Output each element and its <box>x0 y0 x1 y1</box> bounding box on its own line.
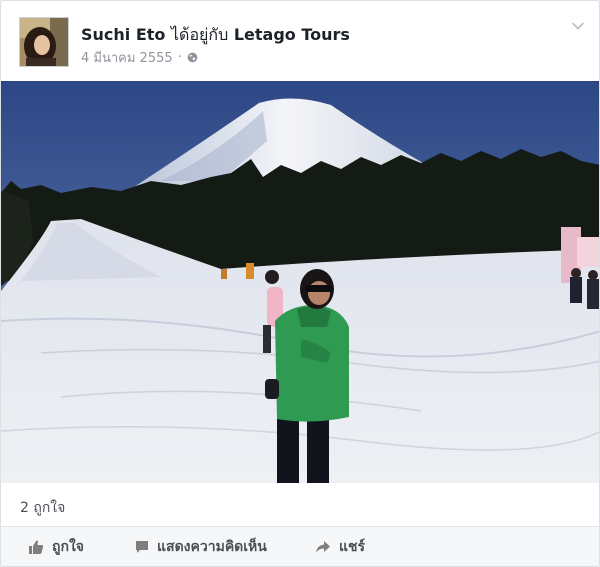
post-meta: 4 มีนาคม 2555 · <box>81 47 198 68</box>
likes-count[interactable]: 2 ถูกใจ <box>20 497 65 519</box>
like-button[interactable]: ถูกใจ <box>28 536 84 558</box>
share-button[interactable]: แชร์ <box>315 536 365 558</box>
tagged-page-link[interactable]: Letago Tours <box>234 25 350 44</box>
comment-button[interactable]: แสดงความคิดเห็น <box>135 536 267 558</box>
meta-separator: · <box>177 50 182 65</box>
photo-image <box>1 81 599 483</box>
comment-icon <box>136 541 148 553</box>
avatar[interactable] <box>19 17 69 67</box>
post-photo[interactable] <box>1 81 599 483</box>
post-header: Suchi Eto ได้อยู่กับ Letago Tours 4 มีนา… <box>1 1 599 81</box>
author-line: Suchi Eto ได้อยู่กับ Letago Tours <box>81 23 350 48</box>
comment-label: แสดงความคิดเห็น <box>157 539 267 555</box>
likes-row: 2 ถูกใจ <box>1 483 599 527</box>
avatar-image <box>20 18 68 66</box>
share-label: แชร์ <box>339 539 366 555</box>
post-date[interactable]: 4 มีนาคม 2555 <box>81 47 173 68</box>
with-text: ได้อยู่กับ <box>171 25 229 44</box>
share-arrow-icon <box>316 541 330 553</box>
thumbs-up-icon <box>29 540 44 554</box>
action-bar: ถูกใจ แสดงความคิดเห็น แชร์ <box>1 527 599 566</box>
post-card: Suchi Eto ได้อยู่กับ Letago Tours 4 มีนา… <box>0 0 600 567</box>
chevron-down-icon[interactable] <box>571 21 585 31</box>
like-label: ถูกใจ <box>52 539 84 555</box>
author-name[interactable]: Suchi Eto <box>81 25 165 44</box>
globe-icon[interactable] <box>187 52 198 63</box>
